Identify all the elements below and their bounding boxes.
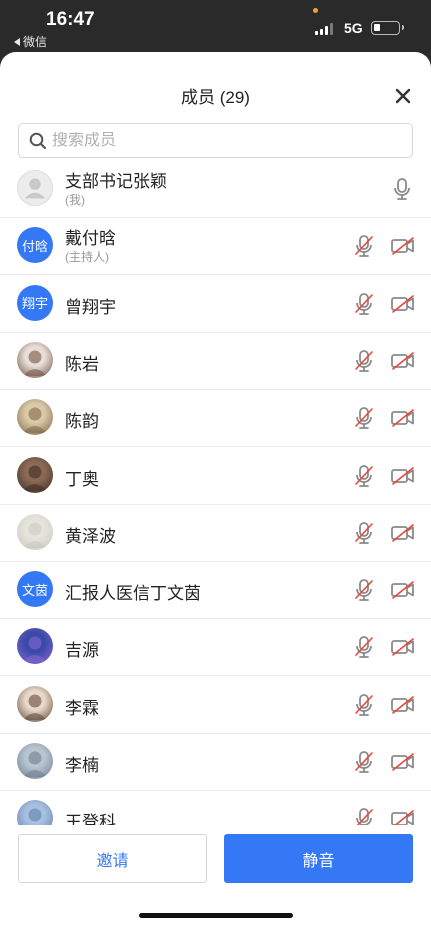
- invite-button[interactable]: 邀请: [18, 834, 207, 883]
- member-name: 陈韵: [65, 412, 99, 432]
- member-avatar: [17, 170, 53, 206]
- user-photo-icon: [23, 751, 47, 777]
- mic-muted-icon[interactable]: [353, 406, 375, 435]
- status-bar: 16:47 微信 5G: [0, 0, 431, 52]
- camera-off-icon[interactable]: [390, 523, 416, 548]
- search-icon: [29, 132, 47, 149]
- battery-icon: [371, 21, 404, 35]
- member-avatar: 翔宇: [17, 284, 53, 321]
- member-search-box[interactable]: [18, 123, 413, 158]
- mic-muted-icon[interactable]: [353, 521, 375, 550]
- back-arrow-icon: [14, 37, 20, 46]
- member-avatar: [17, 513, 53, 550]
- member-list[interactable]: 支部书记张颖 (我) 付晗 戴付晗 (主持人) 翔宇 曾翔宇 陈岩 陈韵 丁奥 …: [0, 161, 431, 825]
- member-name: 支部书记张颖: [65, 172, 167, 191]
- camera-off-icon[interactable]: [390, 580, 416, 605]
- camera-off-icon[interactable]: [390, 236, 416, 261]
- member-row[interactable]: 王登科: [0, 791, 431, 825]
- back-app-label: 微信: [23, 35, 48, 49]
- mic-icon[interactable]: [391, 177, 413, 206]
- member-row[interactable]: 翔宇 曾翔宇: [0, 276, 431, 333]
- member-avatar: [17, 800, 53, 825]
- member-row[interactable]: 文茵 汇报人医信丁文茵: [0, 562, 431, 620]
- member-name: 吉源: [65, 641, 99, 661]
- user-photo-icon: [23, 636, 47, 663]
- member-row[interactable]: 陈岩: [0, 333, 431, 390]
- member-name: 曾翔宇: [65, 297, 116, 317]
- default-avatar-icon: [24, 178, 46, 199]
- user-photo-icon: [28, 808, 42, 822]
- camera-off-icon[interactable]: [390, 637, 416, 662]
- status-time: 16:47: [46, 9, 95, 30]
- member-name: 丁奥: [65, 469, 99, 489]
- member-avatar: [17, 399, 53, 436]
- footer-bar: 邀请 静音: [0, 825, 431, 929]
- member-role: (我): [65, 193, 85, 207]
- member-avatar: [17, 456, 53, 493]
- privacy-indicator-icon: [313, 8, 318, 13]
- camera-off-icon[interactable]: [390, 351, 416, 376]
- cellular-signal-icon: [315, 23, 333, 35]
- close-button[interactable]: [392, 85, 414, 107]
- user-photo-icon: [23, 407, 47, 434]
- mute-all-button[interactable]: 静音: [224, 834, 413, 883]
- member-row[interactable]: 丁奥: [0, 448, 431, 505]
- member-name: 黄泽波: [65, 526, 116, 546]
- member-row[interactable]: 李楠: [0, 734, 431, 791]
- member-name: 李霖: [65, 698, 99, 718]
- mic-muted-icon[interactable]: [353, 693, 375, 722]
- close-icon: [395, 88, 411, 104]
- member-row[interactable]: 黄泽波: [0, 505, 431, 562]
- camera-off-icon[interactable]: [390, 408, 416, 433]
- member-row[interactable]: 吉源: [0, 619, 431, 677]
- member-avatar: [17, 341, 53, 378]
- home-indicator[interactable]: [139, 913, 293, 918]
- camera-off-icon[interactable]: [390, 695, 416, 720]
- mic-muted-icon[interactable]: [353, 635, 375, 664]
- mic-muted-icon[interactable]: [353, 234, 375, 263]
- member-role: (主持人): [65, 250, 109, 265]
- user-photo-icon: [23, 694, 47, 720]
- member-name: 戴付晗: [65, 229, 116, 249]
- member-avatar: [17, 685, 53, 722]
- member-avatar: [17, 628, 53, 665]
- member-row[interactable]: 支部书记张颖 (我): [0, 161, 431, 218]
- user-photo-icon: [23, 522, 47, 548]
- user-photo-icon: [23, 465, 47, 491]
- mic-muted-icon[interactable]: [353, 578, 375, 607]
- panel-title: 成员 (29): [181, 88, 250, 107]
- camera-off-icon[interactable]: [390, 294, 416, 319]
- mic-muted-icon[interactable]: [353, 464, 375, 493]
- member-row[interactable]: 陈韵: [0, 390, 431, 448]
- member-avatar: 付晗: [17, 227, 53, 264]
- member-name: 陈岩: [65, 354, 99, 374]
- member-avatar: [17, 743, 53, 779]
- back-to-app-link[interactable]: 微信: [14, 33, 47, 50]
- member-row[interactable]: 付晗 戴付晗 (主持人): [0, 218, 431, 276]
- mic-muted-icon[interactable]: [353, 807, 375, 825]
- network-type: 5G: [344, 20, 363, 36]
- panel-header: 成员 (29): [0, 52, 431, 120]
- member-name: 汇报人医信丁文茵: [65, 584, 201, 604]
- mic-muted-icon[interactable]: [353, 349, 375, 378]
- member-name: 王登科: [65, 813, 116, 825]
- member-name: 李楠: [65, 756, 99, 775]
- members-panel: 成员 (29) 支部书记张颖 (我) 付晗戴付晗(主持人): [0, 52, 431, 929]
- user-photo-icon: [23, 350, 47, 376]
- camera-off-icon[interactable]: [390, 752, 416, 777]
- member-row[interactable]: 李霖: [0, 677, 431, 734]
- camera-off-icon[interactable]: [390, 466, 416, 491]
- search-input[interactable]: [52, 131, 392, 150]
- camera-off-icon[interactable]: [390, 809, 416, 825]
- member-avatar: 文茵: [17, 571, 53, 608]
- mic-muted-icon[interactable]: [353, 750, 375, 779]
- mic-muted-icon[interactable]: [353, 292, 375, 321]
